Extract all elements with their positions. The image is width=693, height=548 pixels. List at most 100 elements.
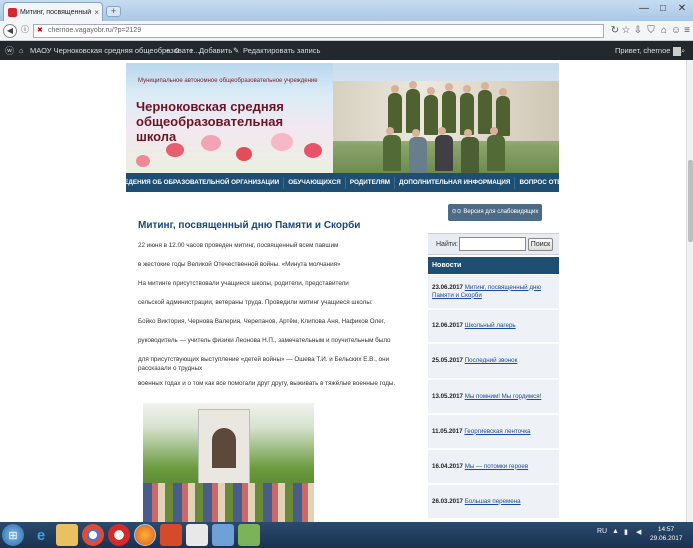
- add-new-link[interactable]: Добавить: [199, 46, 232, 55]
- windows-taskbar: ⊞ e RU ▲ ▮ ◀ 14:57 29.06.2017: [0, 522, 693, 548]
- article-paragraph: военных годах и о том как все помогали д…: [138, 380, 396, 387]
- news-link[interactable]: Последний звонок: [465, 357, 518, 364]
- news-link[interactable]: Мы помним! Мы гордимся!: [465, 393, 542, 400]
- person-figure: [406, 81, 420, 133]
- home-icon[interactable]: ⌂: [658, 25, 670, 36]
- page-viewport: Муниципальное автономное общеобразовател…: [0, 60, 686, 522]
- news-item: 13.05.2017 Мы помним! Мы гордимся!: [428, 380, 559, 414]
- vertical-scrollbar[interactable]: [686, 60, 693, 522]
- flower-decor: [271, 133, 293, 151]
- news-heading: Новости: [428, 257, 559, 274]
- site-header: Муниципальное автономное общеобразовател…: [126, 63, 559, 173]
- person-figure: [461, 129, 479, 173]
- flower-decor: [136, 155, 150, 167]
- scrollbar-thumb[interactable]: [688, 160, 693, 242]
- file-explorer-icon[interactable]: [56, 524, 78, 546]
- firefox-icon[interactable]: [134, 524, 156, 546]
- search-input[interactable]: [459, 237, 526, 251]
- news-link[interactable]: Мы — потомки героев: [465, 463, 528, 470]
- opera-icon[interactable]: [108, 524, 130, 546]
- chrome-icon[interactable]: [82, 524, 104, 546]
- comments-count[interactable]: 0: [175, 46, 179, 55]
- address-bar[interactable]: ✖ chernoe.vagayobr.ru/?p=2129: [33, 24, 604, 38]
- nav-item-about[interactable]: СВЕДЕНИЯ ОБ ОБРАЗОВАТЕЛЬНОЙ ОРГАНИЗАЦИИ: [111, 176, 285, 189]
- person-figure: [478, 82, 492, 134]
- language-indicator[interactable]: RU: [597, 528, 607, 535]
- visually-impaired-label: Версия для слабовидящих: [463, 209, 539, 215]
- comments-icon[interactable]: ▪: [166, 46, 169, 55]
- news-date: 26.03.2017: [432, 497, 463, 505]
- shield-icon[interactable]: ⛉: [645, 25, 657, 36]
- search-button[interactable]: Поиск: [528, 238, 553, 251]
- article-paragraph: сельской администрации, ветераны труда. …: [138, 299, 373, 306]
- info-icon[interactable]: ⓘ: [18, 24, 32, 38]
- bookmark-star-icon[interactable]: ☆: [620, 25, 632, 36]
- article-photo[interactable]: [143, 403, 314, 522]
- article: Митинг, посвященный дню Памяти и Скорби …: [138, 220, 414, 398]
- browser-toolbar: ◀ ⓘ ✖ chernoe.vagayobr.ru/?p=2129 ↻ ☆ ⇩ …: [0, 21, 693, 41]
- presentation-app-icon[interactable]: [160, 524, 182, 546]
- news-item: 25.05.2017 Последний звонок: [428, 344, 559, 379]
- article-paragraph: для присутствующих выступление «детей во…: [138, 356, 390, 372]
- internet-explorer-icon[interactable]: e: [30, 524, 52, 546]
- wp-admin-bar: ⓦ ⌂ МАОУ Черноковская средняя общеобразо…: [0, 41, 693, 60]
- news-item: 12.06.2017 Школьный лагерь: [428, 310, 559, 343]
- search-icon[interactable]: ⌕: [681, 46, 685, 56]
- header-banner-left: Муниципальное автономное общеобразовател…: [126, 63, 333, 173]
- header-photo-veterans: [333, 63, 559, 173]
- nav-item-qa[interactable]: ВОПРОС ОТВЕТ: [515, 177, 573, 189]
- greeting-text: Привет, chernoe: [615, 46, 671, 55]
- news-link[interactable]: Георгиевская ленточка: [464, 428, 530, 435]
- news-date: 13.05.2017: [432, 392, 463, 400]
- image-viewer-icon[interactable]: [212, 524, 234, 546]
- search-label: Найти:: [436, 241, 458, 248]
- news-date: 12.06.2017: [432, 322, 463, 329]
- news-item: 11.05.2017 Георгиевская ленточка: [428, 415, 559, 449]
- address-url: chernoe.vagayobr.ru/?p=2129: [48, 27, 142, 34]
- clock-time: 14:57: [657, 526, 675, 533]
- edit-pencil-icon: ✎: [233, 46, 240, 55]
- nav-item-parents[interactable]: РОДИТЕЛЯМ: [346, 176, 396, 189]
- main-navigation: СВЕДЕНИЯ ОБ ОБРАЗОВАТЕЛЬНОЙ ОРГАНИЗАЦИИ …: [115, 173, 570, 192]
- nav-item-students[interactable]: ОБУЧАЮЩИХСЯ: [284, 176, 346, 189]
- news-date: 23.06.2017: [432, 283, 463, 291]
- browser-tab-active[interactable]: Митинг, посвященный дню Па... ×: [3, 2, 103, 21]
- nav-item-extra-info[interactable]: ДОПОЛНИТЕЛЬНАЯ ИНФОРМАЦИЯ: [395, 176, 516, 189]
- header-subtitle: Муниципальное автономное общеобразовател…: [138, 78, 318, 84]
- app-icon[interactable]: [238, 524, 260, 546]
- tab-title: Митинг, посвященный дню Па...: [20, 8, 92, 16]
- insecure-lock-icon: ✖: [37, 27, 43, 34]
- news-link[interactable]: Большая перемена: [465, 498, 521, 505]
- menu-hamburger-icon[interactable]: ≡: [681, 25, 693, 36]
- news-item: 16.04.2017 Мы — потомки героев: [428, 450, 559, 484]
- person-figure: [409, 129, 427, 173]
- volume-icon[interactable]: ◀: [636, 528, 641, 536]
- flower-decor: [236, 147, 252, 161]
- edit-post-link[interactable]: Редактировать запись: [243, 46, 320, 55]
- network-icon[interactable]: ▮: [624, 528, 628, 536]
- article-paragraph: На митинге присутствовали учащиеся школы…: [138, 280, 349, 287]
- system-clock[interactable]: 14:57 29.06.2017: [650, 525, 683, 543]
- tray-arrow-icon[interactable]: ▲: [612, 528, 619, 535]
- news-link[interactable]: Школьный лагерь: [465, 322, 516, 329]
- flower-decor: [304, 143, 322, 158]
- person-figure: [435, 127, 453, 171]
- tab-close-icon[interactable]: ×: [94, 8, 102, 17]
- download-icon[interactable]: ⇩: [632, 25, 644, 36]
- visually-impaired-button[interactable]: ⊙⊙ Версия для слабовидящих: [448, 204, 542, 221]
- back-arrow-icon[interactable]: ◀: [3, 24, 17, 38]
- start-button-icon[interactable]: ⊞: [2, 524, 24, 546]
- article-paragraph: руководитель — учитель физики Леонова Н.…: [138, 337, 391, 344]
- window-close-icon[interactable]: ✕: [675, 3, 689, 14]
- maximize-icon[interactable]: □: [656, 3, 670, 14]
- new-tab-button[interactable]: +: [106, 6, 121, 17]
- site-container: Муниципальное автономное общеобразовател…: [115, 60, 570, 522]
- site-title[interactable]: Черноковская средняя общеобразовательная…: [136, 99, 326, 144]
- user-greeting[interactable]: Привет, chernoe: [615, 46, 682, 56]
- news-date: 16.04.2017: [432, 462, 463, 470]
- news-date: 25.05.2017: [432, 357, 463, 364]
- flower-decor: [166, 143, 184, 157]
- document-icon[interactable]: [186, 524, 208, 546]
- wordpress-logo-icon[interactable]: ⓦ: [5, 44, 14, 57]
- minimize-icon[interactable]: —: [637, 3, 651, 14]
